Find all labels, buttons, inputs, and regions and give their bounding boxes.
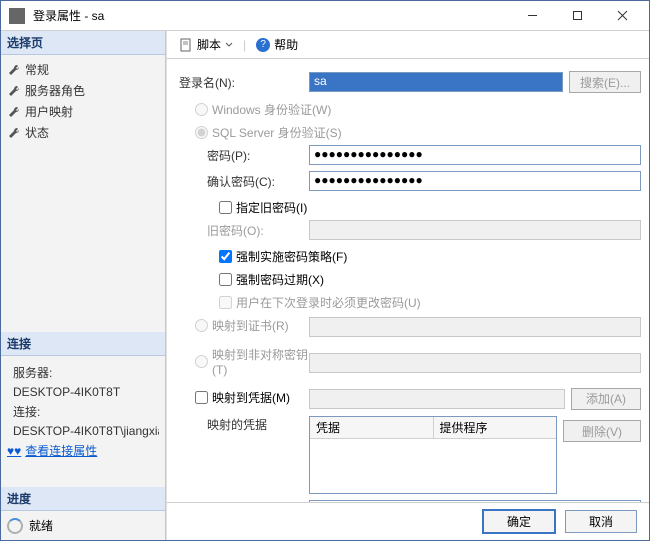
select-page-header: 选择页 (1, 31, 165, 55)
default-db-dropdown[interactable]: master (309, 500, 641, 502)
sql-auth-radio: SQL Server 身份验证(S) (179, 122, 641, 143)
window-controls (510, 1, 645, 30)
map-to-cred-checkbox[interactable]: 映射到凭据(M) (179, 387, 309, 408)
page-status[interactable]: 状态 (5, 122, 161, 143)
add-button: 添加(A) (571, 388, 641, 410)
specify-old-password-checkbox[interactable]: 指定旧密码(I) (179, 197, 641, 218)
sidebar: 选择页 常规 服务器角色 用户映射 状态 连接 服务器: DESKTOP-4IK… (1, 31, 166, 540)
login-name-label: 登录名(N): (179, 74, 309, 91)
credentials-listbox[interactable]: 凭据提供程序 (309, 416, 557, 494)
wrench-icon (7, 105, 21, 119)
progress-header: 进度 (1, 487, 165, 511)
chevron-down-icon (225, 41, 233, 49)
windows-auth-radio: Windows 身份验证(W) (179, 99, 641, 120)
search-button: 搜索(E)... (569, 71, 641, 93)
map-to-asym-radio: 映射到非对称密钥(T) (179, 344, 309, 379)
password-input[interactable]: ●●●●●●●●●●●●●●● (309, 145, 641, 165)
must-change-password-checkbox: 用户在下次登录时必须更改密码(U) (179, 292, 641, 313)
old-password-label: 旧密码(O): (179, 222, 309, 239)
enforce-expiration-checkbox[interactable]: 强制密码过期(X) (179, 269, 641, 290)
cred-col-provider: 提供程序 (434, 417, 557, 438)
confirm-password-input[interactable]: ●●●●●●●●●●●●●●● (309, 171, 641, 191)
page-server-roles[interactable]: 服务器角色 (5, 80, 161, 101)
dialog-footer: 确定 取消 (167, 502, 649, 540)
progress-status: 就绪 (29, 517, 53, 534)
connection-label: 连接: (7, 401, 159, 422)
window-title: 登录属性 - sa (29, 7, 510, 24)
main-panel: 脚本 | ? 帮助 登录名(N): sa 搜索(E)... Windows 身份… (166, 31, 649, 540)
ok-button[interactable]: 确定 (483, 510, 555, 533)
password-label: 密码(P): (179, 147, 309, 164)
app-icon (9, 8, 25, 24)
minimize-button[interactable] (510, 1, 555, 30)
connection-value: DESKTOP-4IK0T8T\jiangxiaoju (7, 422, 159, 440)
wrench-icon (7, 84, 21, 98)
delete-button: 删除(V) (563, 420, 641, 442)
title-bar: 登录属性 - sa (1, 1, 649, 31)
help-icon: ? (256, 38, 270, 52)
login-name-input[interactable]: sa (309, 72, 563, 92)
help-button[interactable]: ? 帮助 (252, 34, 302, 55)
toolbar: 脚本 | ? 帮助 (167, 31, 649, 59)
form-content: 登录名(N): sa 搜索(E)... Windows 身份验证(W) SQL … (167, 59, 649, 502)
page-user-mapping[interactable]: 用户映射 (5, 101, 161, 122)
wrench-icon (7, 63, 21, 77)
link-icon: ♥♥ (7, 444, 21, 458)
server-label: 服务器: (7, 362, 159, 383)
page-general[interactable]: 常规 (5, 59, 161, 80)
wrench-icon (7, 126, 21, 140)
cred-dropdown (309, 389, 565, 409)
mapped-credentials-label: 映射的凭据 (179, 416, 309, 433)
cred-col-credential: 凭据 (310, 417, 434, 438)
script-icon (179, 38, 193, 52)
map-to-cert-radio: 映射到证书(R) (179, 315, 309, 336)
maximize-button[interactable] (555, 1, 600, 30)
dialog-window: 登录属性 - sa 选择页 常规 服务器角色 用户映射 状态 连接 服务 (0, 0, 650, 541)
script-button[interactable]: 脚本 (175, 34, 237, 55)
server-value: DESKTOP-4IK0T8T (7, 383, 159, 401)
asym-dropdown (309, 353, 641, 373)
view-connection-props-link[interactable]: ♥♥查看连接属性 (7, 440, 159, 461)
enforce-policy-checkbox[interactable]: 强制实施密码策略(F) (179, 246, 641, 267)
old-password-input (309, 220, 641, 240)
cert-dropdown (309, 317, 641, 337)
progress-spinner-icon (7, 518, 23, 534)
cancel-button[interactable]: 取消 (565, 510, 637, 533)
connection-header: 连接 (1, 332, 165, 356)
confirm-password-label: 确认密码(C): (179, 173, 309, 190)
close-button[interactable] (600, 1, 645, 30)
